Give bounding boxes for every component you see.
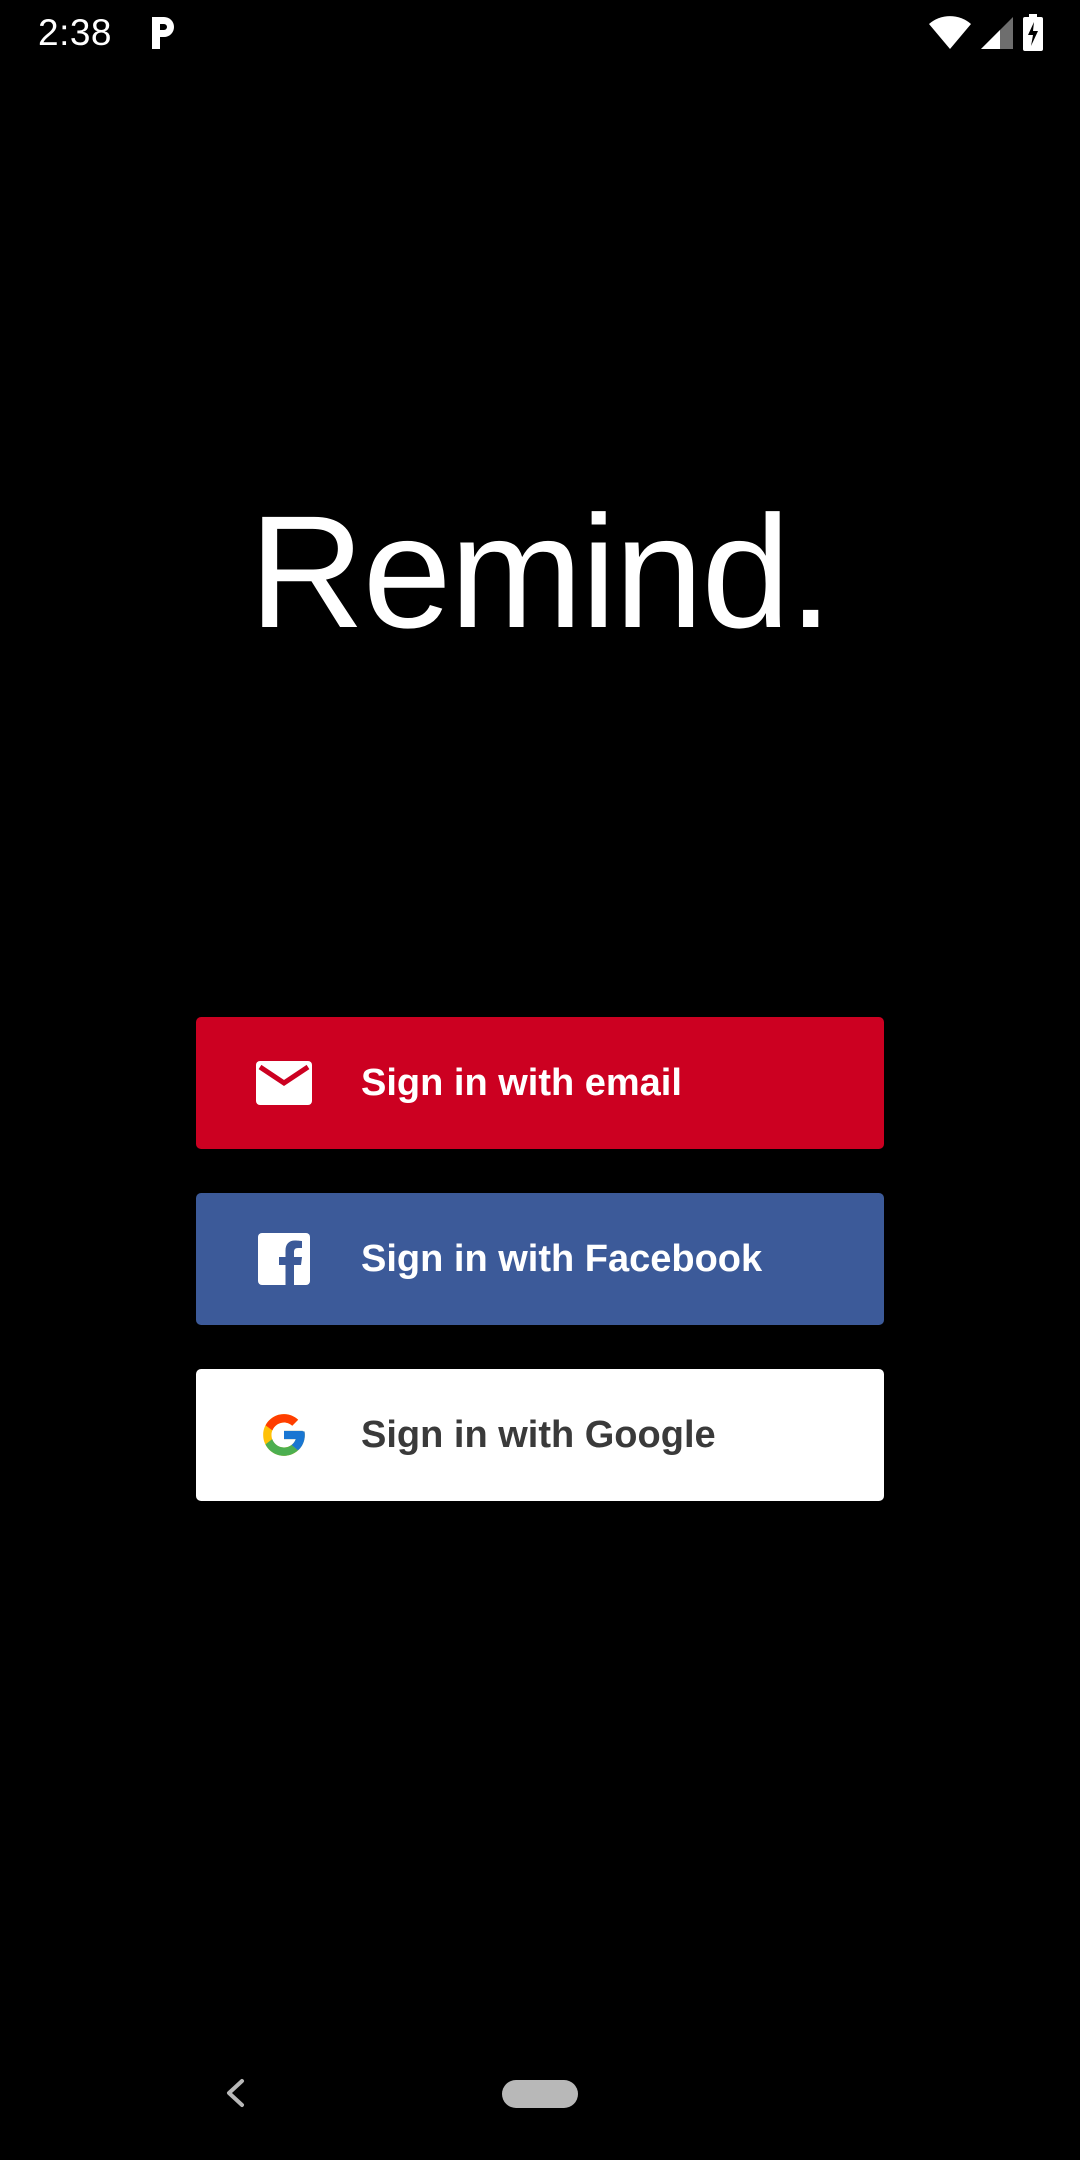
- sign-in-facebook-label: Sign in with Facebook: [361, 1238, 763, 1280]
- sign-in-email-label: Sign in with email: [361, 1062, 682, 1104]
- sign-in-email-button[interactable]: Sign in with email: [196, 1017, 884, 1149]
- back-chevron-icon[interactable]: [222, 2078, 248, 2108]
- pandora-p-icon: [150, 15, 178, 51]
- battery-charging-icon: [1022, 14, 1044, 57]
- sign-in-google-button[interactable]: Sign in with Google: [196, 1369, 884, 1501]
- google-icon: [256, 1408, 312, 1462]
- home-pill-icon[interactable]: [502, 2080, 578, 2108]
- app-logo: Remind.: [249, 482, 833, 661]
- login-screen: 2:38 Remind. Sign in with email Sign in …: [0, 0, 1080, 2160]
- sign-in-google-label: Sign in with Google: [361, 1414, 716, 1456]
- facebook-icon: [256, 1232, 312, 1286]
- status-bar: 2:38: [0, 0, 1080, 66]
- wifi-icon: [928, 16, 972, 55]
- status-time: 2:38: [38, 12, 113, 53]
- sign-in-facebook-button[interactable]: Sign in with Facebook: [196, 1193, 884, 1325]
- mail-icon: [256, 1056, 312, 1110]
- status-icons: [928, 14, 1044, 57]
- cell-signal-icon: [980, 16, 1014, 55]
